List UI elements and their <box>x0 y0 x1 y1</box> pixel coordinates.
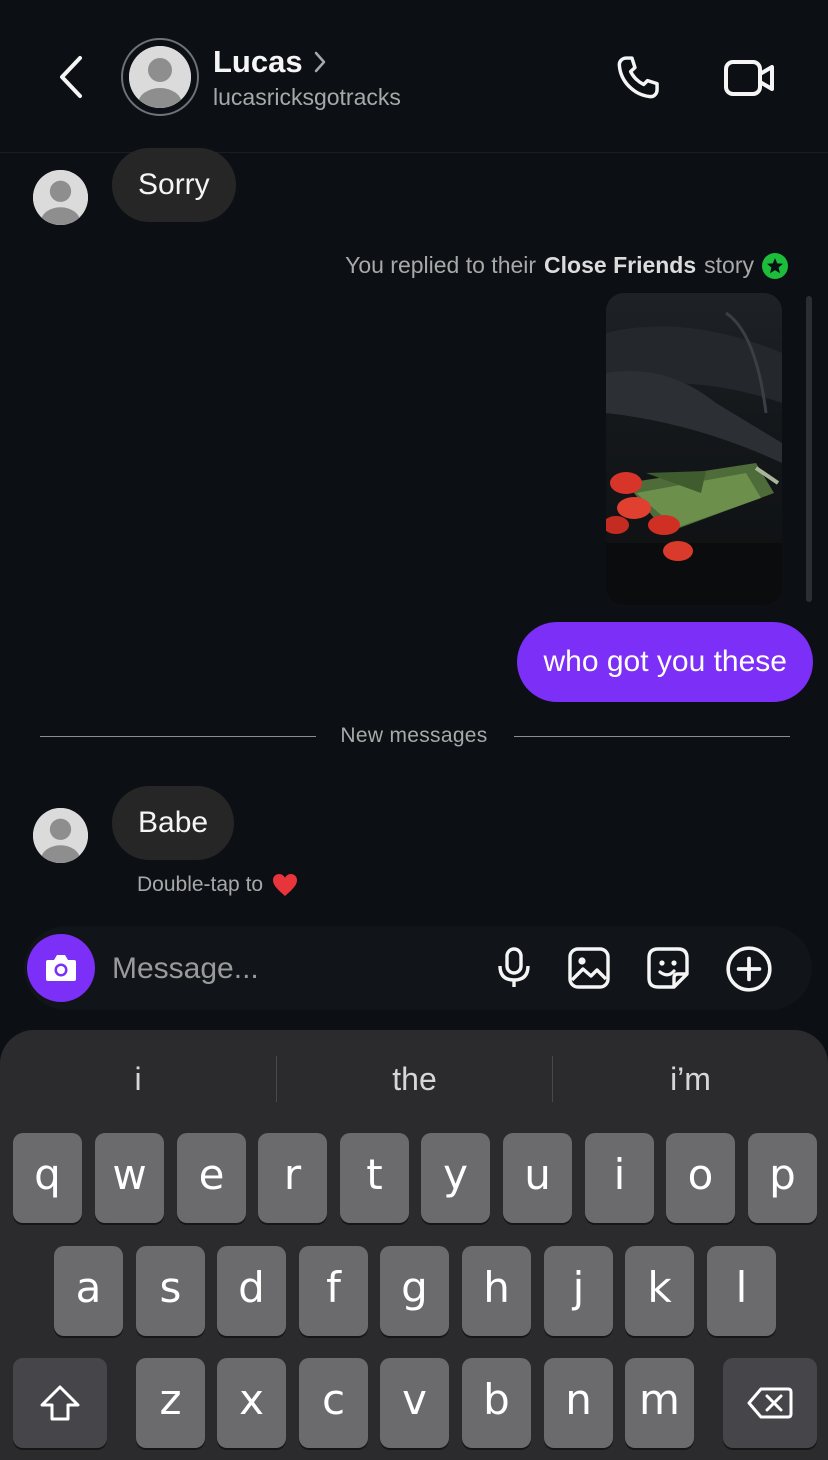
key-u[interactable]: u <box>503 1133 572 1223</box>
voice-message-button[interactable] <box>490 944 538 992</box>
contact-name-row[interactable]: Lucas <box>213 44 327 80</box>
suggestion-2[interactable]: the <box>277 1030 552 1128</box>
story-reply-note: You replied to their Close Friends story <box>345 252 788 279</box>
story-scroll-indicator <box>806 296 812 602</box>
backspace-icon <box>747 1387 793 1419</box>
plus-circle-icon <box>726 946 772 992</box>
gallery-button[interactable] <box>565 944 613 992</box>
key-a[interactable]: a <box>54 1246 123 1336</box>
key-w[interactable]: w <box>95 1133 164 1223</box>
message-composer <box>24 926 812 1010</box>
key-x[interactable]: x <box>217 1358 286 1448</box>
sticker-button[interactable] <box>644 944 692 992</box>
outgoing-message-bubble[interactable]: who got you these <box>517 622 813 702</box>
story-thumbnail[interactable] <box>606 293 782 605</box>
video-camera-icon <box>724 60 774 96</box>
key-d[interactable]: d <box>217 1246 286 1336</box>
story-reply-suffix: story <box>704 252 754 278</box>
back-button[interactable] <box>52 52 92 102</box>
key-v[interactable]: v <box>380 1358 449 1448</box>
key-o[interactable]: o <box>666 1133 735 1223</box>
keyboard: i the i’m q w e r t y u i o p a s d f g … <box>0 1030 828 1460</box>
camera-icon <box>46 955 76 981</box>
reaction-hint: Double-tap to <box>137 872 299 898</box>
video-call-button[interactable] <box>722 52 778 104</box>
key-n[interactable]: n <box>544 1358 613 1448</box>
key-h[interactable]: h <box>462 1246 531 1336</box>
key-m[interactable]: m <box>625 1358 694 1448</box>
avatar <box>129 46 191 108</box>
key-c[interactable]: c <box>299 1358 368 1448</box>
suggestion-3[interactable]: i’m <box>553 1030 828 1128</box>
key-k[interactable]: k <box>625 1246 694 1336</box>
key-s[interactable]: s <box>136 1246 205 1336</box>
key-g[interactable]: g <box>380 1246 449 1336</box>
sender-avatar[interactable] <box>33 170 88 225</box>
key-y[interactable]: y <box>421 1133 490 1223</box>
incoming-message-bubble[interactable]: Sorry <box>112 148 236 222</box>
chat-header: Lucas lucasricksgotracks <box>0 0 828 153</box>
shift-icon <box>40 1385 80 1421</box>
contact-username: lucasricksgotracks <box>213 84 401 110</box>
key-t[interactable]: t <box>340 1133 409 1223</box>
camera-button[interactable] <box>27 934 95 1002</box>
incoming-message-bubble[interactable]: Babe <box>112 786 235 860</box>
suggestion-1[interactable]: i <box>0 1030 276 1128</box>
back-arrow-icon <box>60 56 82 98</box>
sender-avatar[interactable] <box>33 808 88 863</box>
sticker-icon <box>647 947 689 989</box>
close-friends-label: Close Friends <box>544 252 697 278</box>
key-p[interactable]: p <box>748 1133 817 1223</box>
more-options-button[interactable] <box>724 944 774 994</box>
heart-icon <box>273 874 298 896</box>
contact-avatar[interactable] <box>121 38 199 116</box>
gallery-icon <box>568 947 610 989</box>
divider-line-right <box>514 736 790 737</box>
key-z[interactable]: z <box>136 1358 205 1448</box>
phone-icon <box>617 56 659 99</box>
microphone-icon <box>498 947 530 987</box>
key-r[interactable]: r <box>258 1133 327 1223</box>
key-q[interactable]: q <box>13 1133 82 1223</box>
backspace-key[interactable] <box>723 1358 817 1448</box>
message-input[interactable] <box>110 946 474 992</box>
key-b[interactable]: b <box>462 1358 531 1448</box>
key-l[interactable]: l <box>707 1246 776 1336</box>
key-e[interactable]: e <box>177 1133 246 1223</box>
close-friends-star-icon <box>762 252 788 279</box>
story-reply-prefix: You replied to their <box>345 252 537 278</box>
chevron-right-icon <box>314 51 325 73</box>
key-i[interactable]: i <box>585 1133 654 1223</box>
reaction-hint-text: Double-tap to <box>137 873 264 896</box>
key-f[interactable]: f <box>299 1246 368 1336</box>
shift-key[interactable] <box>13 1358 107 1448</box>
contact-name: Lucas <box>213 44 303 79</box>
audio-call-button[interactable] <box>612 52 664 104</box>
key-j[interactable]: j <box>544 1246 613 1336</box>
